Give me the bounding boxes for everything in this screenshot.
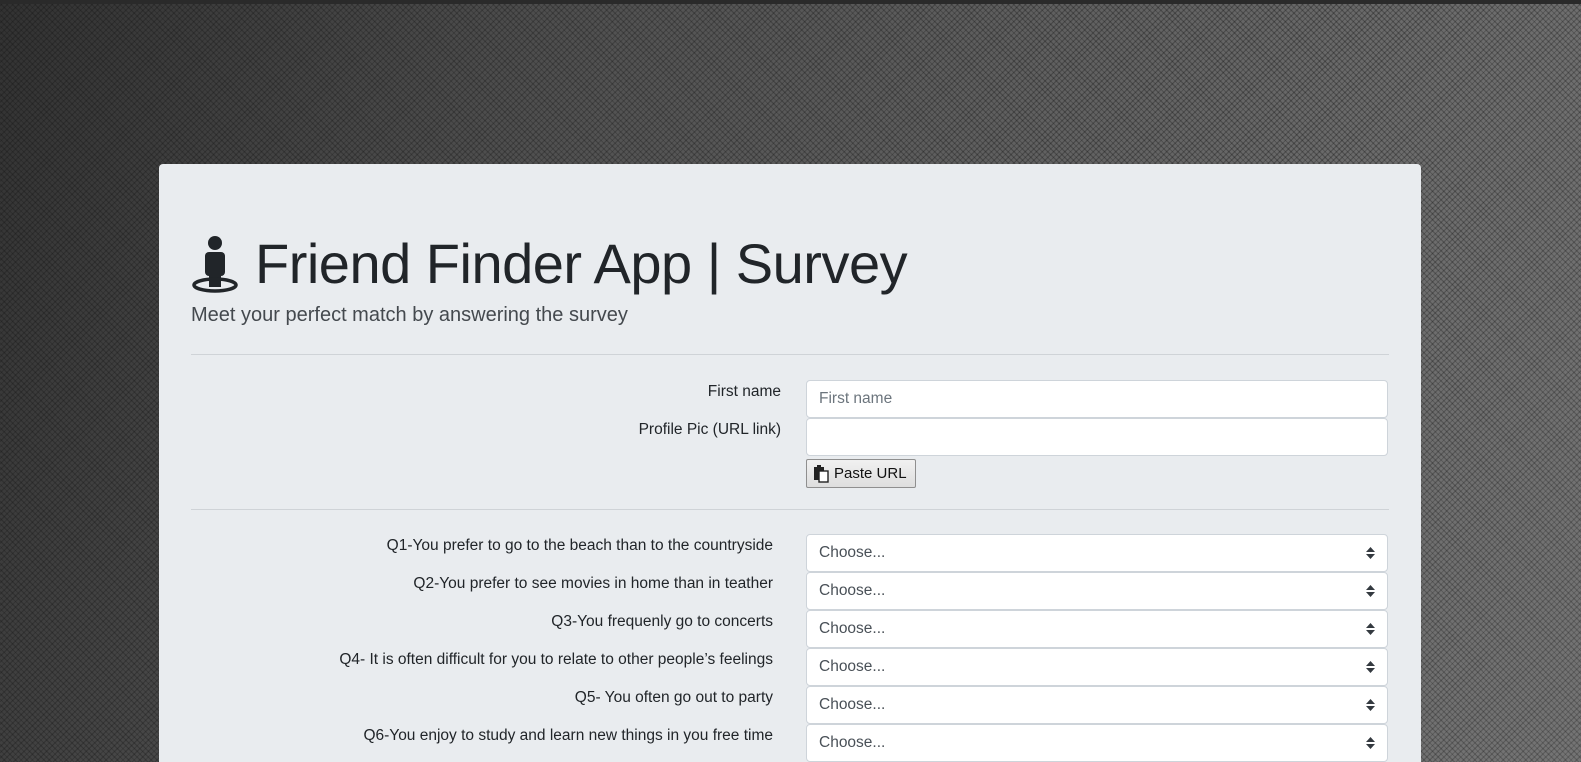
- clipboard-paste-icon: [814, 464, 829, 483]
- question-label-4: Q4- It is often difficult for you to rel…: [339, 651, 773, 668]
- first-name-input[interactable]: [806, 380, 1388, 418]
- sort-arrows-icon: [1366, 737, 1375, 749]
- sort-arrows-icon: [1366, 661, 1375, 673]
- person-standing-icon: [192, 236, 238, 293]
- sort-arrows-icon: [1366, 585, 1375, 597]
- sort-arrows-icon: [1366, 623, 1375, 635]
- select-value: Choose...: [819, 582, 886, 599]
- page-subtitle: Meet your perfect match by answering the…: [191, 304, 628, 326]
- question-select-4[interactable]: Choose...: [806, 648, 1388, 686]
- question-label-5: Q5- You often go out to party: [574, 689, 773, 706]
- select-value: Choose...: [819, 734, 886, 751]
- question-select-3[interactable]: Choose...: [806, 610, 1388, 648]
- sort-arrows-icon: [1366, 547, 1375, 559]
- divider-top: [191, 354, 1389, 355]
- question-label-1: Q1-You prefer to go to the beach than to…: [386, 537, 773, 554]
- select-value: Choose...: [819, 620, 886, 637]
- divider-middle: [191, 509, 1389, 510]
- question-select-2[interactable]: Choose...: [806, 572, 1388, 610]
- page-title: Friend Finder App | Survey: [255, 232, 908, 295]
- first-name-label: First name: [707, 383, 781, 400]
- question-select-1[interactable]: Choose...: [806, 534, 1388, 572]
- select-value: Choose...: [819, 658, 886, 675]
- question-label-3: Q3-You frequenly go to concerts: [551, 613, 773, 630]
- sort-arrows-icon: [1366, 699, 1375, 711]
- question-label-6: Q6-You enjoy to study and learn new thin…: [363, 727, 773, 744]
- profile-pic-url-input[interactable]: [806, 418, 1388, 456]
- select-value: Choose...: [819, 696, 886, 713]
- page-header: Friend Finder App | Survey: [191, 230, 908, 298]
- question-select-5[interactable]: Choose...: [806, 686, 1388, 724]
- window-top-edge: [0, 0, 1581, 4]
- question-label-2: Q2-You prefer to see movies in home than…: [413, 575, 773, 592]
- select-value: Choose...: [819, 544, 886, 561]
- paste-url-label: Paste URL: [834, 465, 907, 482]
- profile-pic-label: Profile Pic (URL link): [638, 421, 781, 438]
- question-select-6[interactable]: Choose...: [806, 724, 1388, 762]
- survey-panel: Friend Finder App | Survey Meet your per…: [159, 164, 1421, 762]
- paste-url-button[interactable]: Paste URL: [806, 459, 916, 488]
